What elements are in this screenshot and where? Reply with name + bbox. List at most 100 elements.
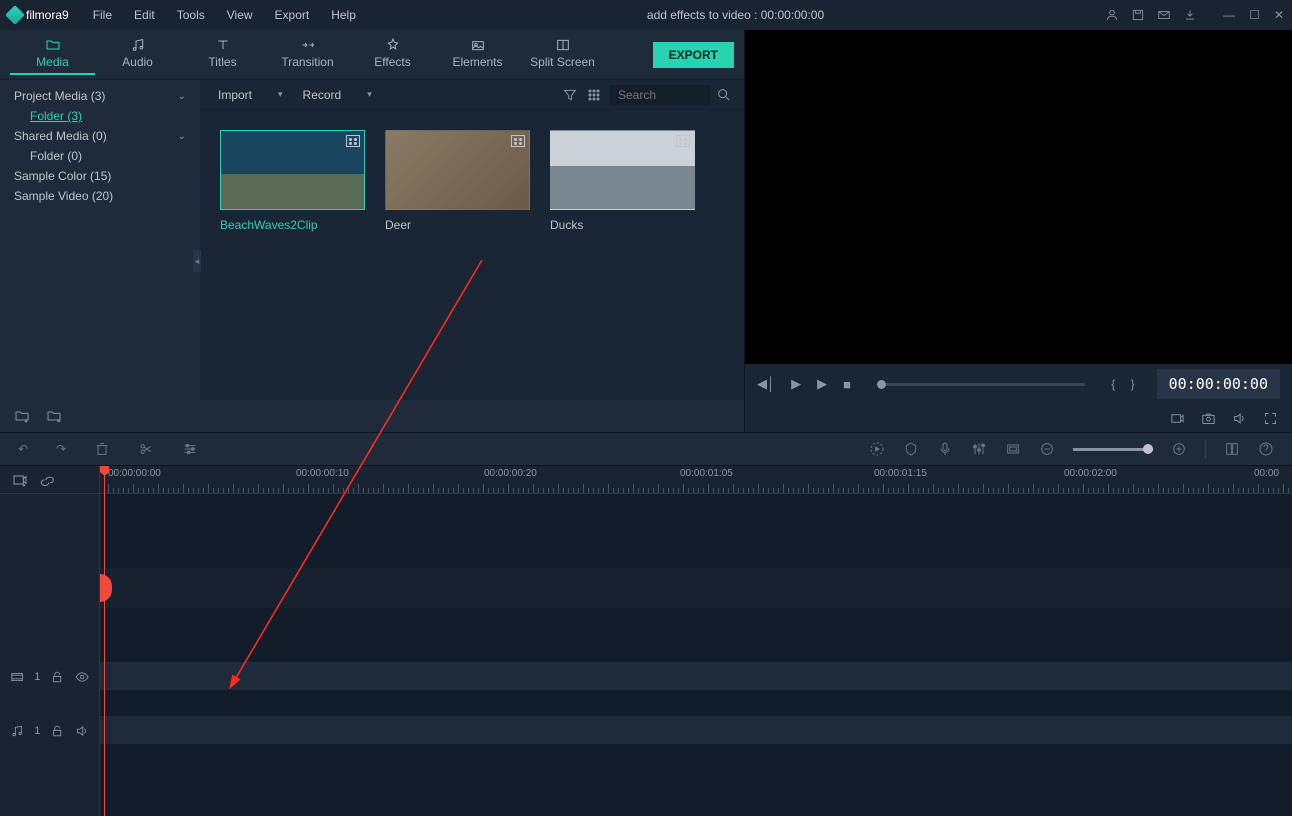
timeline-ruler[interactable]: 00:00:00:0000:00:00:1000:00:00:2000:00:0… <box>100 466 1292 494</box>
clip-thumbnail[interactable]: Deer <box>385 130 530 232</box>
maximize-button[interactable]: ☐ <box>1249 8 1260 22</box>
zoom-out-icon[interactable] <box>1039 441 1055 457</box>
import-dropdown[interactable]: Import▾ <box>212 86 289 104</box>
crop-icon[interactable] <box>1005 441 1021 457</box>
volume-icon[interactable] <box>1232 411 1247 426</box>
timeline-body[interactable]: 00:00:00:0000:00:00:1000:00:00:2000:00:0… <box>100 466 1292 816</box>
visibility-icon[interactable] <box>75 669 89 685</box>
grid-view-icon[interactable] <box>586 87 602 103</box>
voiceover-icon[interactable] <box>937 441 953 457</box>
split-button[interactable] <box>138 441 154 457</box>
user-icon[interactable] <box>1105 8 1119 22</box>
prev-frame-button[interactable]: ◀│ <box>757 376 775 392</box>
quality-icon[interactable] <box>1170 411 1185 426</box>
app-name: filmora9 <box>26 8 69 22</box>
tab-split-screen[interactable]: Split Screen <box>520 35 605 75</box>
audio-track-lane[interactable] <box>100 716 1292 744</box>
menu-export[interactable]: Export <box>265 4 320 26</box>
zoom-in-icon[interactable] <box>1171 441 1187 457</box>
tab-media[interactable]: Media <box>10 35 95 75</box>
link-icon[interactable] <box>40 472 56 488</box>
sidebar-item[interactable]: Project Media (3)⌄ <box>0 86 200 106</box>
menu-help[interactable]: Help <box>321 4 366 26</box>
redo-button[interactable]: ↷ <box>56 442 66 456</box>
video-track-index: 1 <box>34 671 40 683</box>
delete-button[interactable] <box>94 441 110 457</box>
new-folder-plus-icon[interactable] <box>14 408 30 424</box>
mail-icon[interactable] <box>1157 8 1171 22</box>
clip-thumbnail[interactable]: Ducks <box>550 130 695 232</box>
clip-type-icon <box>511 135 525 147</box>
media-toolbar: Import▾ Record▾ <box>200 80 744 110</box>
clip-type-icon <box>676 135 690 147</box>
progress-bar[interactable] <box>877 383 1085 386</box>
download-icon[interactable] <box>1183 8 1197 22</box>
video-track-icon <box>10 669 24 685</box>
close-button[interactable]: ✕ <box>1274 8 1284 22</box>
playhead[interactable] <box>104 466 105 816</box>
audio-mixer-icon[interactable] <box>971 441 987 457</box>
lock-icon[interactable] <box>50 669 64 685</box>
preview-panel: ◀│ ▶ ▶ ■ { } 00:00:00:00 <box>745 30 1292 432</box>
tab-elements[interactable]: Elements <box>435 35 520 75</box>
stop-button[interactable]: ■ <box>843 377 851 392</box>
add-track-icon[interactable] <box>12 472 28 488</box>
titlebar-right: — ☐ ✕ <box>1105 8 1284 22</box>
tab-audio[interactable]: Audio <box>95 35 180 75</box>
tab-transition[interactable]: Transition <box>265 35 350 75</box>
minimize-button[interactable]: — <box>1223 8 1235 22</box>
playback-controls: ◀│ ▶ ▶ ■ { } 00:00:00:00 <box>745 364 1292 404</box>
tab-effects[interactable]: Effects <box>350 35 435 75</box>
logo-icon <box>5 5 25 25</box>
audio-track-header[interactable]: 1 <box>0 718 99 744</box>
video-track-header[interactable]: 1 <box>0 664 99 690</box>
timeline-track-headers: 1 1 <box>0 466 100 816</box>
audio-track-index: 1 <box>34 725 40 737</box>
menu-tools[interactable]: Tools <box>167 4 215 26</box>
menu-file[interactable]: File <box>83 4 122 26</box>
marker-icon[interactable] <box>903 441 919 457</box>
clip-thumbnail[interactable]: BeachWaves2Clip <box>220 130 365 232</box>
export-button[interactable]: EXPORT <box>653 42 734 68</box>
undo-button[interactable]: ↶ <box>18 442 28 456</box>
video-track-lane[interactable] <box>100 662 1292 690</box>
lock-icon[interactable] <box>50 723 64 739</box>
clip-grid: BeachWaves2ClipDeerDucks <box>200 110 744 252</box>
track-manager-icon[interactable] <box>1224 441 1240 457</box>
sidebar-footer <box>0 400 744 432</box>
sidebar-item[interactable]: Folder (3) <box>0 106 200 126</box>
tab-titles[interactable]: Titles <box>180 35 265 75</box>
sidebar-item[interactable]: Sample Video (20) <box>0 186 200 206</box>
search-wrap <box>610 85 732 105</box>
titlebar: filmora9 FileEditToolsViewExportHelp add… <box>0 0 1292 30</box>
sidebar-collapse-button[interactable]: ◂ <box>193 250 201 272</box>
play-button[interactable]: ▶ <box>817 376 827 392</box>
save-icon[interactable] <box>1131 8 1145 22</box>
menu-bar: FileEditToolsViewExportHelp <box>83 4 366 26</box>
search-icon[interactable] <box>716 87 732 103</box>
help-icon[interactable] <box>1258 441 1274 457</box>
timeline-toolbar: ↶ ↷ <box>0 432 1292 466</box>
preview-footer <box>745 404 1292 432</box>
sidebar: Project Media (3)⌄Folder (3)Shared Media… <box>0 80 200 400</box>
snapshot-icon[interactable] <box>1201 411 1216 426</box>
menu-edit[interactable]: Edit <box>124 4 165 26</box>
sidebar-item[interactable]: Folder (0) <box>0 146 200 166</box>
mute-icon[interactable] <box>75 723 89 739</box>
play-backward-button[interactable]: ▶ <box>791 376 801 392</box>
zoom-slider[interactable] <box>1073 448 1153 451</box>
sidebar-item[interactable]: Sample Color (15) <box>0 166 200 186</box>
adjust-button[interactable] <box>182 441 198 457</box>
timeline: 1 1 00:00:00:0000:00:00:1000:00:00:2000:… <box>0 466 1292 816</box>
render-preview-icon[interactable] <box>869 441 885 457</box>
search-input[interactable] <box>610 85 710 105</box>
record-dropdown[interactable]: Record▾ <box>297 86 378 104</box>
mark-in-out[interactable]: { } <box>1111 377 1140 391</box>
menu-view[interactable]: View <box>217 4 263 26</box>
window-title: add effects to video : 00:00:00:00 <box>366 8 1105 22</box>
delete-folder-icon[interactable] <box>46 408 62 424</box>
filter-icon[interactable] <box>562 87 578 103</box>
media-panel: MediaAudioTitlesTransitionEffectsElement… <box>0 30 745 432</box>
fullscreen-icon[interactable] <box>1263 411 1278 426</box>
sidebar-item[interactable]: Shared Media (0)⌄ <box>0 126 200 146</box>
